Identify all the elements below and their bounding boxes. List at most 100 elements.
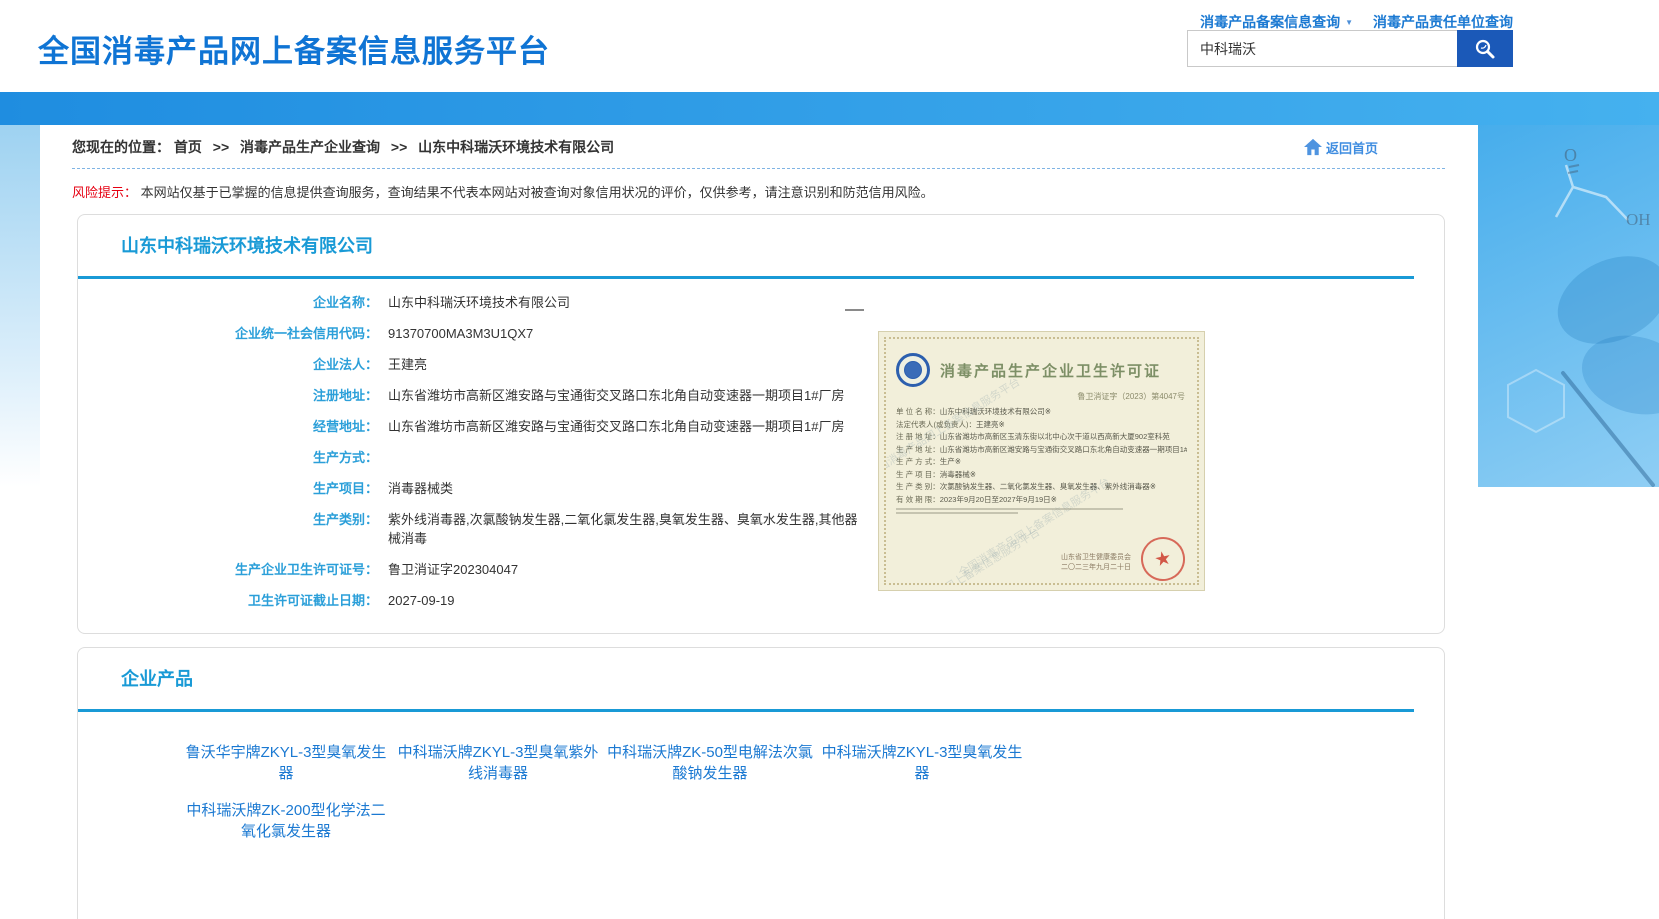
field-label: 生产类别：	[78, 510, 378, 548]
products-card: 企业产品 鲁沃华宇牌ZKYL-3型臭氧发生器 中科瑞沃牌ZKYL-3型臭氧紫外线…	[77, 647, 1445, 919]
background-left-strip	[0, 125, 40, 487]
back-home-label: 返回首页	[1326, 138, 1378, 157]
breadcrumb-prefix: 您现在的位置：	[72, 139, 170, 155]
certificate-line-validity: 有 效 期 限：2023年9月20日至2027年9月19日※	[896, 494, 1187, 507]
field-label: 企业法人：	[78, 355, 378, 374]
field-row-production-project: 生产项目： 消毒器械类	[78, 479, 1444, 498]
field-label: 生产方式：	[78, 448, 378, 467]
certificate-number: 鲁卫消证字（2023）第4047号	[896, 391, 1185, 402]
field-row-business-address: 经营地址： 山东省潍坊市高新区潍安路与宝通街交叉路口东北角自动变速器一期项目1#…	[78, 417, 1444, 436]
field-value: 消毒器械类	[388, 479, 453, 498]
field-row-license-expiry: 卫生许可证截止日期： 2027-09-19	[78, 591, 1444, 610]
content-panel: 您现在的位置： 首页 >> 消毒产品生产企业查询 >> 山东中科瑞沃环境技术有限…	[40, 125, 1478, 919]
risk-notice: 风险提示： 本网站仅基于已掌握的信息提供查询服务，查询结果不代表本网站对被查询对…	[72, 182, 1445, 201]
certificate-line-value: 2023年9月20日至2027年9月19日※	[940, 495, 1057, 504]
breadcrumb-item-current: 山东中科瑞沃环境技术有限公司	[418, 139, 614, 155]
certificate-line-production-address: 生 产 地 址：山东省潍坊市高新区潍安路与宝通街交叉路口东北角自动变速器一期项目…	[896, 444, 1187, 457]
certificate-seal-icon: ★	[1137, 533, 1189, 585]
product-link-4[interactable]: 中科瑞沃牌ZKYL-3型臭氧发生器	[819, 742, 1025, 784]
certificate-line-value: 王建亮※	[976, 420, 1005, 429]
field-label: 经营地址：	[78, 417, 378, 436]
products-card-title: 企业产品	[78, 648, 1444, 691]
company-card-title: 山东中科瑞沃环境技术有限公司	[78, 215, 1444, 258]
field-label: 企业名称：	[78, 293, 378, 312]
certificate-emblem-icon	[896, 353, 930, 387]
home-icon	[1303, 138, 1323, 156]
search-button[interactable]	[1457, 30, 1513, 67]
certificate-line-legal: 法定代表人(或负责人)：王建亮※	[896, 419, 1187, 432]
field-value: 王建亮	[388, 355, 427, 374]
breadcrumb-item-company-query[interactable]: 消毒产品生产企业查询	[240, 139, 380, 155]
search-input[interactable]	[1187, 30, 1457, 67]
certificate-line-unit: 单 位 名 称：山东中科瑞沃环境技术有限公司※	[896, 406, 1187, 419]
certificate-image: 全国消毒产品网上备案信息服务平台 全国消毒产品网上备案信息服务平台 全国消毒产品…	[878, 331, 1205, 591]
search-bar	[1187, 30, 1513, 67]
field-value: 紫外线消毒器,次氯酸钠发生器,二氧化氯发生器,臭氧发生器、臭氧水发生器,其他器械…	[388, 510, 858, 548]
field-value: 山东中科瑞沃环境技术有限公司	[388, 293, 570, 312]
breadcrumb-separator: >>	[213, 139, 229, 155]
magnifier-icon	[1473, 37, 1497, 61]
certificate-line-value: 山东省潍坊市高新区玉清东街以北中心次干道以西高新大厦902室科苑	[940, 432, 1170, 441]
card-title-underline	[78, 709, 1414, 712]
field-value: 鲁卫消证字202304047	[388, 560, 518, 579]
svg-text:O: O	[1564, 145, 1577, 165]
breadcrumb-separator: >>	[391, 139, 407, 155]
background-chemistry-art: O OH	[1478, 125, 1659, 487]
product-link-2[interactable]: 中科瑞沃牌ZKYL-3型臭氧紫外线消毒器	[395, 742, 601, 784]
product-links: 鲁沃华宇牌ZKYL-3型臭氧发生器 中科瑞沃牌ZKYL-3型臭氧紫外线消毒器 中…	[183, 742, 1063, 842]
certificate-line-value: 山东中科瑞沃环境技术有限公司※	[940, 407, 1051, 416]
certificate-line-label: 生 产 方 式：	[896, 457, 940, 466]
company-card: 山东中科瑞沃环境技术有限公司 企业名称： 山东中科瑞沃环境技术有限公司 企业统一…	[77, 214, 1445, 634]
field-value: 山东省潍坊市高新区潍安路与宝通街交叉路口东北角自动变速器一期项目1#厂房	[388, 386, 844, 405]
field-row-license-number: 生产企业卫生许可证号： 鲁卫消证字202304047	[78, 560, 1444, 579]
certificate-line-label: 注 册 地 址：	[896, 432, 940, 441]
breadcrumb-item-home[interactable]: 首页	[174, 139, 202, 155]
certificate-line-label: 法定代表人(或负责人)：	[896, 420, 976, 429]
certificate-line-production-project: 生 产 项 目：消毒器械※	[896, 469, 1187, 482]
nav-link-record-info-label: 消毒产品备案信息查询	[1200, 12, 1340, 32]
certificate-line-production-mode: 生 产 方 式：生产※	[896, 456, 1187, 469]
field-row-production-mode: 生产方式：	[78, 448, 1444, 467]
risk-notice-label: 风险提示：	[72, 185, 137, 200]
breadcrumb: 您现在的位置： 首页 >> 消毒产品生产企业查询 >> 山东中科瑞沃环境技术有限…	[40, 125, 1478, 157]
top-nav: 消毒产品备案信息查询 ▼ 消毒产品责任单位查询	[1200, 12, 1513, 32]
nav-link-record-info-query[interactable]: 消毒产品备案信息查询 ▼	[1200, 12, 1353, 32]
product-link-1[interactable]: 鲁沃华宇牌ZKYL-3型臭氧发生器	[183, 742, 389, 784]
field-row-registered-address: 注册地址： 山东省潍坊市高新区潍安路与宝通街交叉路口东北角自动变速器一期项目1#…	[78, 386, 1444, 405]
certificate-seal-star: ★	[1152, 546, 1173, 572]
site-title: 全国消毒产品网上备案信息服务平台	[38, 26, 550, 71]
certificate-line-value: 山东省潍坊市高新区潍安路与宝通街交叉路口东北角自动变速器一期项目1#厂房	[940, 445, 1187, 454]
certificate-line-label: 单 位 名 称：	[896, 407, 940, 416]
chevron-down-icon: ▼	[1345, 18, 1353, 27]
field-label: 生产项目：	[78, 479, 378, 498]
certificate-emblem-core	[904, 361, 922, 379]
certificate-line-label: 生 产 类 别：	[896, 482, 940, 491]
site-header: 全国消毒产品网上备案信息服务平台 消毒产品备案信息查询 ▼ 消毒产品责任单位查询	[0, 0, 1659, 92]
certificate-line-value: 次氯酸钠发生器、二氧化氯发生器、臭氧发生器、紫外线消毒器※	[940, 482, 1156, 491]
nav-link-responsible-unit-query[interactable]: 消毒产品责任单位查询	[1373, 12, 1513, 32]
certificate-title: 消毒产品生产企业卫生许可证	[940, 360, 1161, 381]
field-row-company-name: 企业名称： 山东中科瑞沃环境技术有限公司	[78, 293, 1444, 312]
header-divider-bar	[0, 92, 1659, 125]
field-label: 注册地址：	[78, 386, 378, 405]
certificate-line-value: 消毒器械※	[940, 470, 976, 479]
certificate-line-label: 生 产 地 址：	[896, 445, 940, 454]
risk-notice-text: 本网站仅基于已掌握的信息提供查询服务，查询结果不代表本网站对被查询对象信用状况的…	[141, 185, 934, 200]
field-row-production-category: 生产类别： 紫外线消毒器,次氯酸钠发生器,二氧化氯发生器,臭氧发生器、臭氧水发生…	[78, 510, 1444, 548]
certificate-watermark: 全国消毒产品网上备案信息服务平台	[885, 524, 1043, 585]
certificate-fine-print	[896, 508, 1187, 514]
dashed-divider	[72, 168, 1445, 169]
certificate-line-value: 生产※	[940, 457, 961, 466]
product-link-3[interactable]: 中科瑞沃牌ZK-50型电解法次氯酸钠发生器	[607, 742, 813, 784]
field-row-credit-code: 企业统一社会信用代码： 91370700MA3M3U1QX7	[78, 324, 1444, 343]
field-label: 生产企业卫生许可证号：	[78, 560, 378, 579]
product-link-5[interactable]: 中科瑞沃牌ZK-200型化学法二氧化氯发生器	[183, 800, 389, 842]
mini-dash	[845, 309, 864, 311]
field-row-legal-person: 企业法人： 王建亮	[78, 355, 1444, 374]
field-label: 企业统一社会信用代码：	[78, 324, 378, 343]
card-title-underline	[78, 276, 1414, 279]
company-fields: 企业名称： 山东中科瑞沃环境技术有限公司 企业统一社会信用代码： 9137070…	[78, 293, 1444, 610]
page: 全国消毒产品网上备案信息服务平台 消毒产品备案信息查询 ▼ 消毒产品责任单位查询	[0, 0, 1659, 919]
back-home-link[interactable]: 返回首页	[1303, 138, 1378, 157]
certificate-line-registered-address: 注 册 地 址：山东省潍坊市高新区玉清东街以北中心次干道以西高新大厦902室科苑	[896, 431, 1187, 444]
